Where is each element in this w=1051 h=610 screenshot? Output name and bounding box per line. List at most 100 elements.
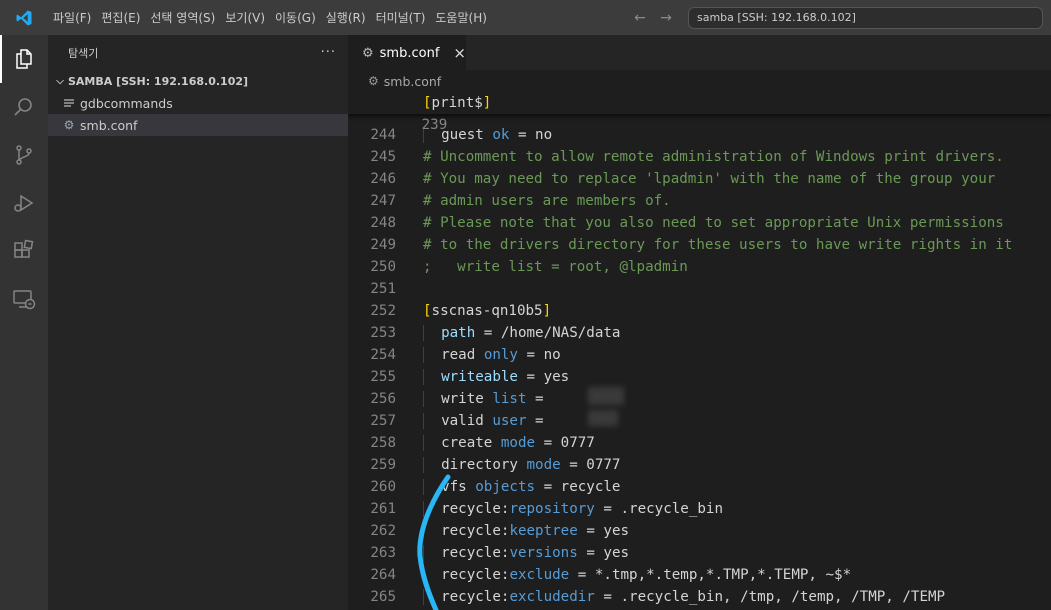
sidebar-title: 탐색기 <box>68 46 99 60</box>
code-line[interactable]: 262 recycle:keeptree = yes <box>348 520 1051 542</box>
code-token: = recycle <box>535 479 621 495</box>
code-line[interactable]: 265 recycle:excludedir = .recycle_bin, /… <box>348 586 1051 608</box>
remote-explorer-icon[interactable] <box>0 275 48 323</box>
code-token: read <box>441 347 484 363</box>
search-icon[interactable] <box>0 83 48 131</box>
file-item-smb-conf[interactable]: ⚙ smb.conf <box>48 114 348 136</box>
line-number: 261 <box>370 501 396 517</box>
code-line[interactable]: 246 # You may need to replace 'lpadmin' w… <box>348 168 1051 190</box>
code-token: = yes <box>577 523 630 539</box>
menu-item[interactable]: 파일(F) <box>48 6 96 30</box>
code-token: guest <box>441 127 493 143</box>
command-center-search[interactable]: samba [SSH: 192.168.0.102] <box>688 7 1043 29</box>
code-line[interactable]: 247 # admin users are members of. <box>348 190 1051 212</box>
code-token: path <box>441 325 476 341</box>
code-token: = no <box>517 347 561 363</box>
line-content: recycle:keeptree = yes <box>423 520 629 542</box>
line-number: 256 <box>370 391 396 407</box>
indent-guide <box>423 391 442 407</box>
explorer-icon[interactable] <box>0 35 48 83</box>
code-line[interactable]: 257 valid user = <box>348 410 1051 432</box>
code-line[interactable]: 255 writeable = yes <box>348 366 1051 388</box>
code-token: directory <box>441 457 527 473</box>
line-content: # Please note that you also need to set … <box>423 212 1004 234</box>
indent-guide <box>423 435 442 451</box>
code-line[interactable]: 256 write list = <box>348 388 1051 410</box>
editor-area: ⚙ smb.conf × ⚙ smb.conf 239[print$] 244 … <box>348 35 1051 610</box>
line-number: 250 <box>370 259 396 275</box>
title-bar: 파일(F) 편집(E) 선택 영역(S) 보기(V) 이동(G) 실행(R) 터미널(T) 도… <box>0 0 1051 35</box>
indent-guide <box>423 523 442 539</box>
forward-arrow-icon[interactable]: → <box>658 10 674 26</box>
tab-smb-conf[interactable]: ⚙ smb.conf × <box>348 35 466 70</box>
line-number: 258 <box>370 435 396 451</box>
gear-icon: ⚙ <box>368 74 379 88</box>
code-line[interactable]: 261 recycle:repository = .recycle_bin <box>348 498 1051 520</box>
line-content: ; write list = root, @lpadmin <box>423 256 688 278</box>
more-actions-icon[interactable]: ··· <box>321 45 336 60</box>
code-line[interactable]: 253 path = /home/NAS/data <box>348 322 1051 344</box>
menu-item[interactable]: 터미널(T) <box>371 6 431 30</box>
code-token: keeptree <box>509 523 578 539</box>
back-arrow-icon[interactable]: ← <box>632 10 648 26</box>
code-token: # Please note that you also need to set … <box>423 215 1004 231</box>
run-debug-icon[interactable] <box>0 179 48 227</box>
code-line[interactable]: 248 # Please note that you also need to s… <box>348 212 1051 234</box>
code-token: objects <box>475 479 536 495</box>
sticky-scroll-line[interactable]: 239 [print$] <box>348 92 1051 133</box>
close-icon[interactable]: × <box>453 44 466 62</box>
workspace-folder[interactable]: ⌵ SAMBA [SSH: 192.168.0.102] <box>48 70 348 92</box>
code-line[interactable]: 264 recycle:exclude = *.tmp,*.temp,*.TMP… <box>348 564 1051 586</box>
code-line[interactable]: 258 create mode = 0777 <box>348 432 1051 454</box>
code-token: # Uncomment to allow remote administrati… <box>423 149 1004 165</box>
code-token: write <box>441 391 493 407</box>
menu-item[interactable]: 실행(R) <box>321 6 371 30</box>
tab-bar: ⚙ smb.conf × <box>348 35 1051 70</box>
line-number: 254 <box>370 347 396 363</box>
menu-item[interactable]: 이동(G) <box>270 6 321 30</box>
line-content: # Uncomment to allow remote administrati… <box>423 146 1004 168</box>
code-token: vfs <box>441 479 476 495</box>
file-item-gdbcommands[interactable]: gdbcommands <box>48 92 348 114</box>
code-line[interactable]: 263 recycle:versions = yes <box>348 542 1051 564</box>
indent-guide <box>423 457 442 473</box>
bracket: [ <box>423 95 432 111</box>
navigation-arrows: ← → <box>632 0 674 35</box>
indent-guide <box>423 479 442 495</box>
menu-item[interactable]: 편집(E) <box>96 6 145 30</box>
line-number: 257 <box>370 413 396 429</box>
menu-item[interactable]: 선택 영역(S) <box>145 6 220 30</box>
breadcrumb-file[interactable]: smb.conf <box>384 74 441 89</box>
code-token: = *.tmp,*.temp,*.TMP,*.TEMP, ~$* <box>569 567 852 583</box>
code-line[interactable]: 249 # to the drivers directory for these … <box>348 234 1051 256</box>
indent-guide <box>423 501 442 517</box>
code-token: create <box>441 435 501 451</box>
gear-icon: ⚙ <box>63 118 75 132</box>
line-number: 260 <box>370 479 396 495</box>
breadcrumb: ⚙ smb.conf <box>348 70 1051 92</box>
activity-bar <box>0 35 48 610</box>
code-line[interactable]: 245 # Uncomment to allow remote administr… <box>348 146 1051 168</box>
code-token: # to the drivers directory for these use… <box>423 237 1013 253</box>
code-editor[interactable]: 239[print$] 244 guest ok = no245# Uncomm… <box>348 92 1051 610</box>
code-token: = 0777 <box>535 435 595 451</box>
source-control-icon[interactable] <box>0 131 48 179</box>
code-line[interactable]: 251 <box>348 278 1051 300</box>
code-token: user <box>492 413 527 429</box>
code-token: = <box>526 413 553 429</box>
code-line[interactable]: 244 guest ok = no <box>348 124 1051 146</box>
menu-item[interactable]: 보기(V) <box>220 6 270 30</box>
code-line[interactable]: 259 directory mode = 0777 <box>348 454 1051 476</box>
code-line[interactable]: 252 [sscnas-qn10b5] <box>348 300 1051 322</box>
indent-guide <box>423 567 442 583</box>
line-number: 249 <box>370 237 396 253</box>
explorer-sidebar: 탐색기 ··· ⌵ SAMBA [SSH: 192.168.0.102] gdb… <box>48 35 348 610</box>
code-line[interactable]: 254 read only = no <box>348 344 1051 366</box>
menu-item[interactable]: 도움말(H) <box>430 6 492 30</box>
code-line[interactable]: 260 vfs objects = recycle <box>348 476 1051 498</box>
code-line[interactable]: 250 ; write list = root, @lpadmin <box>348 256 1051 278</box>
menu-bar: 파일(F) 편집(E) 선택 영역(S) 보기(V) 이동(G) 실행(R) 터미널(T) 도… <box>48 0 492 35</box>
line-number: 252 <box>370 303 396 319</box>
code-token: repository <box>509 501 595 517</box>
extensions-icon[interactable] <box>0 227 48 275</box>
